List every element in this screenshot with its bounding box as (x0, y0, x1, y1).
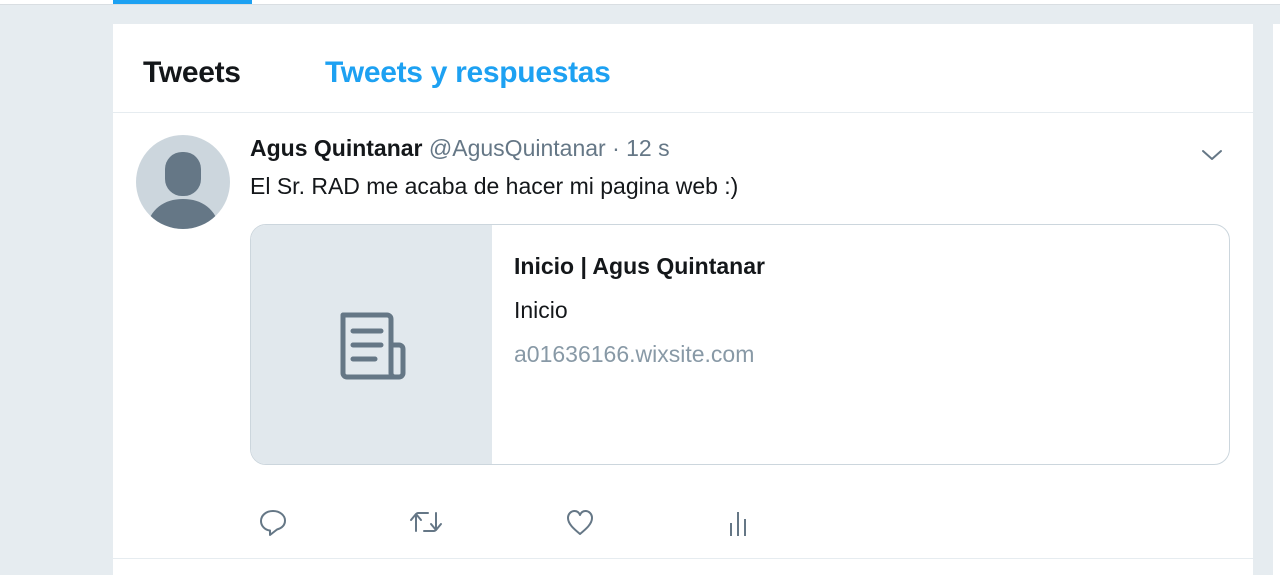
link-card[interactable]: Inicio | Agus Quintanar Inicio a01636166… (250, 224, 1230, 465)
tweet-timestamp[interactable]: 12 s (626, 135, 669, 161)
default-profile-icon (146, 152, 220, 229)
timeline-panel: Tweets Tweets y respuestas Agus Quintana… (113, 24, 1253, 575)
tweet-divider (113, 558, 1253, 559)
analytics-icon[interactable] (723, 507, 753, 537)
top-nav-bar (0, 0, 1280, 5)
author-name[interactable]: Agus Quintanar (250, 135, 423, 161)
header-separator: · (612, 135, 620, 161)
tweet-actions (250, 507, 850, 537)
tab-tweets-and-replies[interactable]: Tweets y respuestas (325, 56, 611, 90)
card-title: Inicio | Agus Quintanar (514, 253, 765, 279)
card-description: Inicio (514, 297, 568, 323)
card-thumbnail (251, 225, 492, 464)
active-nav-indicator (113, 0, 252, 4)
right-column-edge (1273, 24, 1280, 575)
tab-tweets[interactable]: Tweets (143, 56, 241, 90)
avatar[interactable] (136, 135, 230, 229)
author-handle[interactable]: @AgusQuintanar (429, 135, 606, 161)
card-domain: a01636166.wixsite.com (514, 341, 755, 367)
retweet-icon[interactable] (408, 507, 444, 537)
tweet-header: Agus Quintanar @AgusQuintanar · 12 s (250, 135, 670, 162)
tweet-text: El Sr. RAD me acaba de hacer mi pagina w… (250, 173, 739, 199)
document-icon (340, 312, 406, 380)
chevron-down-icon[interactable] (1200, 143, 1224, 167)
tweet[interactable]: Agus Quintanar @AgusQuintanar · 12 s El … (113, 113, 1253, 559)
profile-tabs: Tweets Tweets y respuestas (113, 24, 1253, 113)
like-icon[interactable] (565, 507, 595, 537)
reply-icon[interactable] (258, 507, 288, 537)
